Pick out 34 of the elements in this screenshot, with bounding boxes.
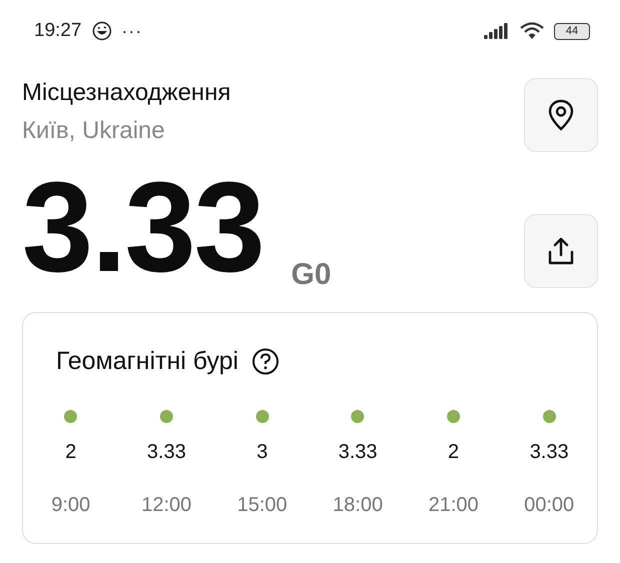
status-dot <box>351 410 364 423</box>
status-dot <box>446 410 460 423</box>
forecast-time: 21:00 <box>428 494 479 517</box>
card-title: Геомагнітні бурі <box>56 347 238 376</box>
index-value: 3.33 <box>22 164 264 292</box>
storm-grade: G0 <box>291 258 332 292</box>
status-dot <box>256 410 269 423</box>
forecast-value: 3.33 <box>338 441 378 464</box>
signal-icon <box>484 23 510 39</box>
share-button[interactable] <box>524 214 598 288</box>
forecast-value: 2 <box>448 441 460 464</box>
status-dot <box>542 410 556 423</box>
more-indicator: ··· <box>122 20 143 42</box>
forecast-value: 3.33 <box>530 441 569 464</box>
forecast-time: 9:00 <box>51 494 90 517</box>
forecast-value: 3.33 <box>147 441 186 464</box>
wifi-icon <box>520 22 544 40</box>
location-value: Київ, Ukraine <box>22 117 166 145</box>
location-pin-icon <box>546 99 576 131</box>
emoji-icon <box>92 21 112 41</box>
help-icon[interactable] <box>252 348 280 375</box>
forecast-time: 18:00 <box>332 494 383 517</box>
status-time: 19:27 <box>34 20 82 42</box>
battery-indicator: 44 <box>554 22 590 40</box>
share-icon <box>547 236 575 266</box>
forecast-time: 15:00 <box>237 494 288 517</box>
location-label: Місцезнаходження <box>22 79 231 107</box>
forecast-time: 00:00 <box>524 494 574 517</box>
status-dot <box>64 410 78 423</box>
forecast-value: 3 <box>256 441 268 464</box>
status-dot <box>160 410 173 423</box>
location-button[interactable] <box>524 78 598 152</box>
forecast-time: 12:00 <box>141 494 192 517</box>
forecast-value: 2 <box>65 441 76 464</box>
